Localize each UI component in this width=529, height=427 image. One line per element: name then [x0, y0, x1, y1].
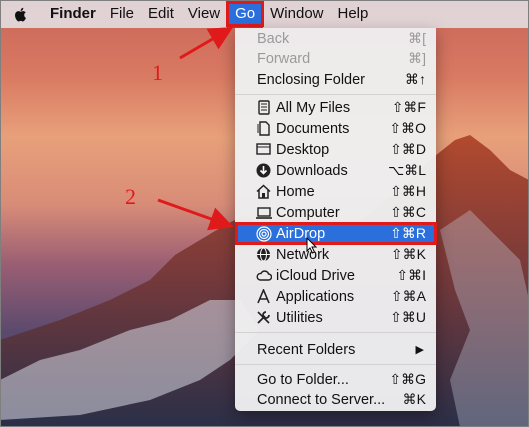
step1-arrow-icon — [179, 26, 234, 60]
annotation-arrows — [157, 26, 234, 231]
step2-arrow-icon — [157, 198, 234, 231]
annotation-step-2: 2 — [125, 184, 136, 209]
annotation-step-1: 1 — [152, 60, 163, 85]
